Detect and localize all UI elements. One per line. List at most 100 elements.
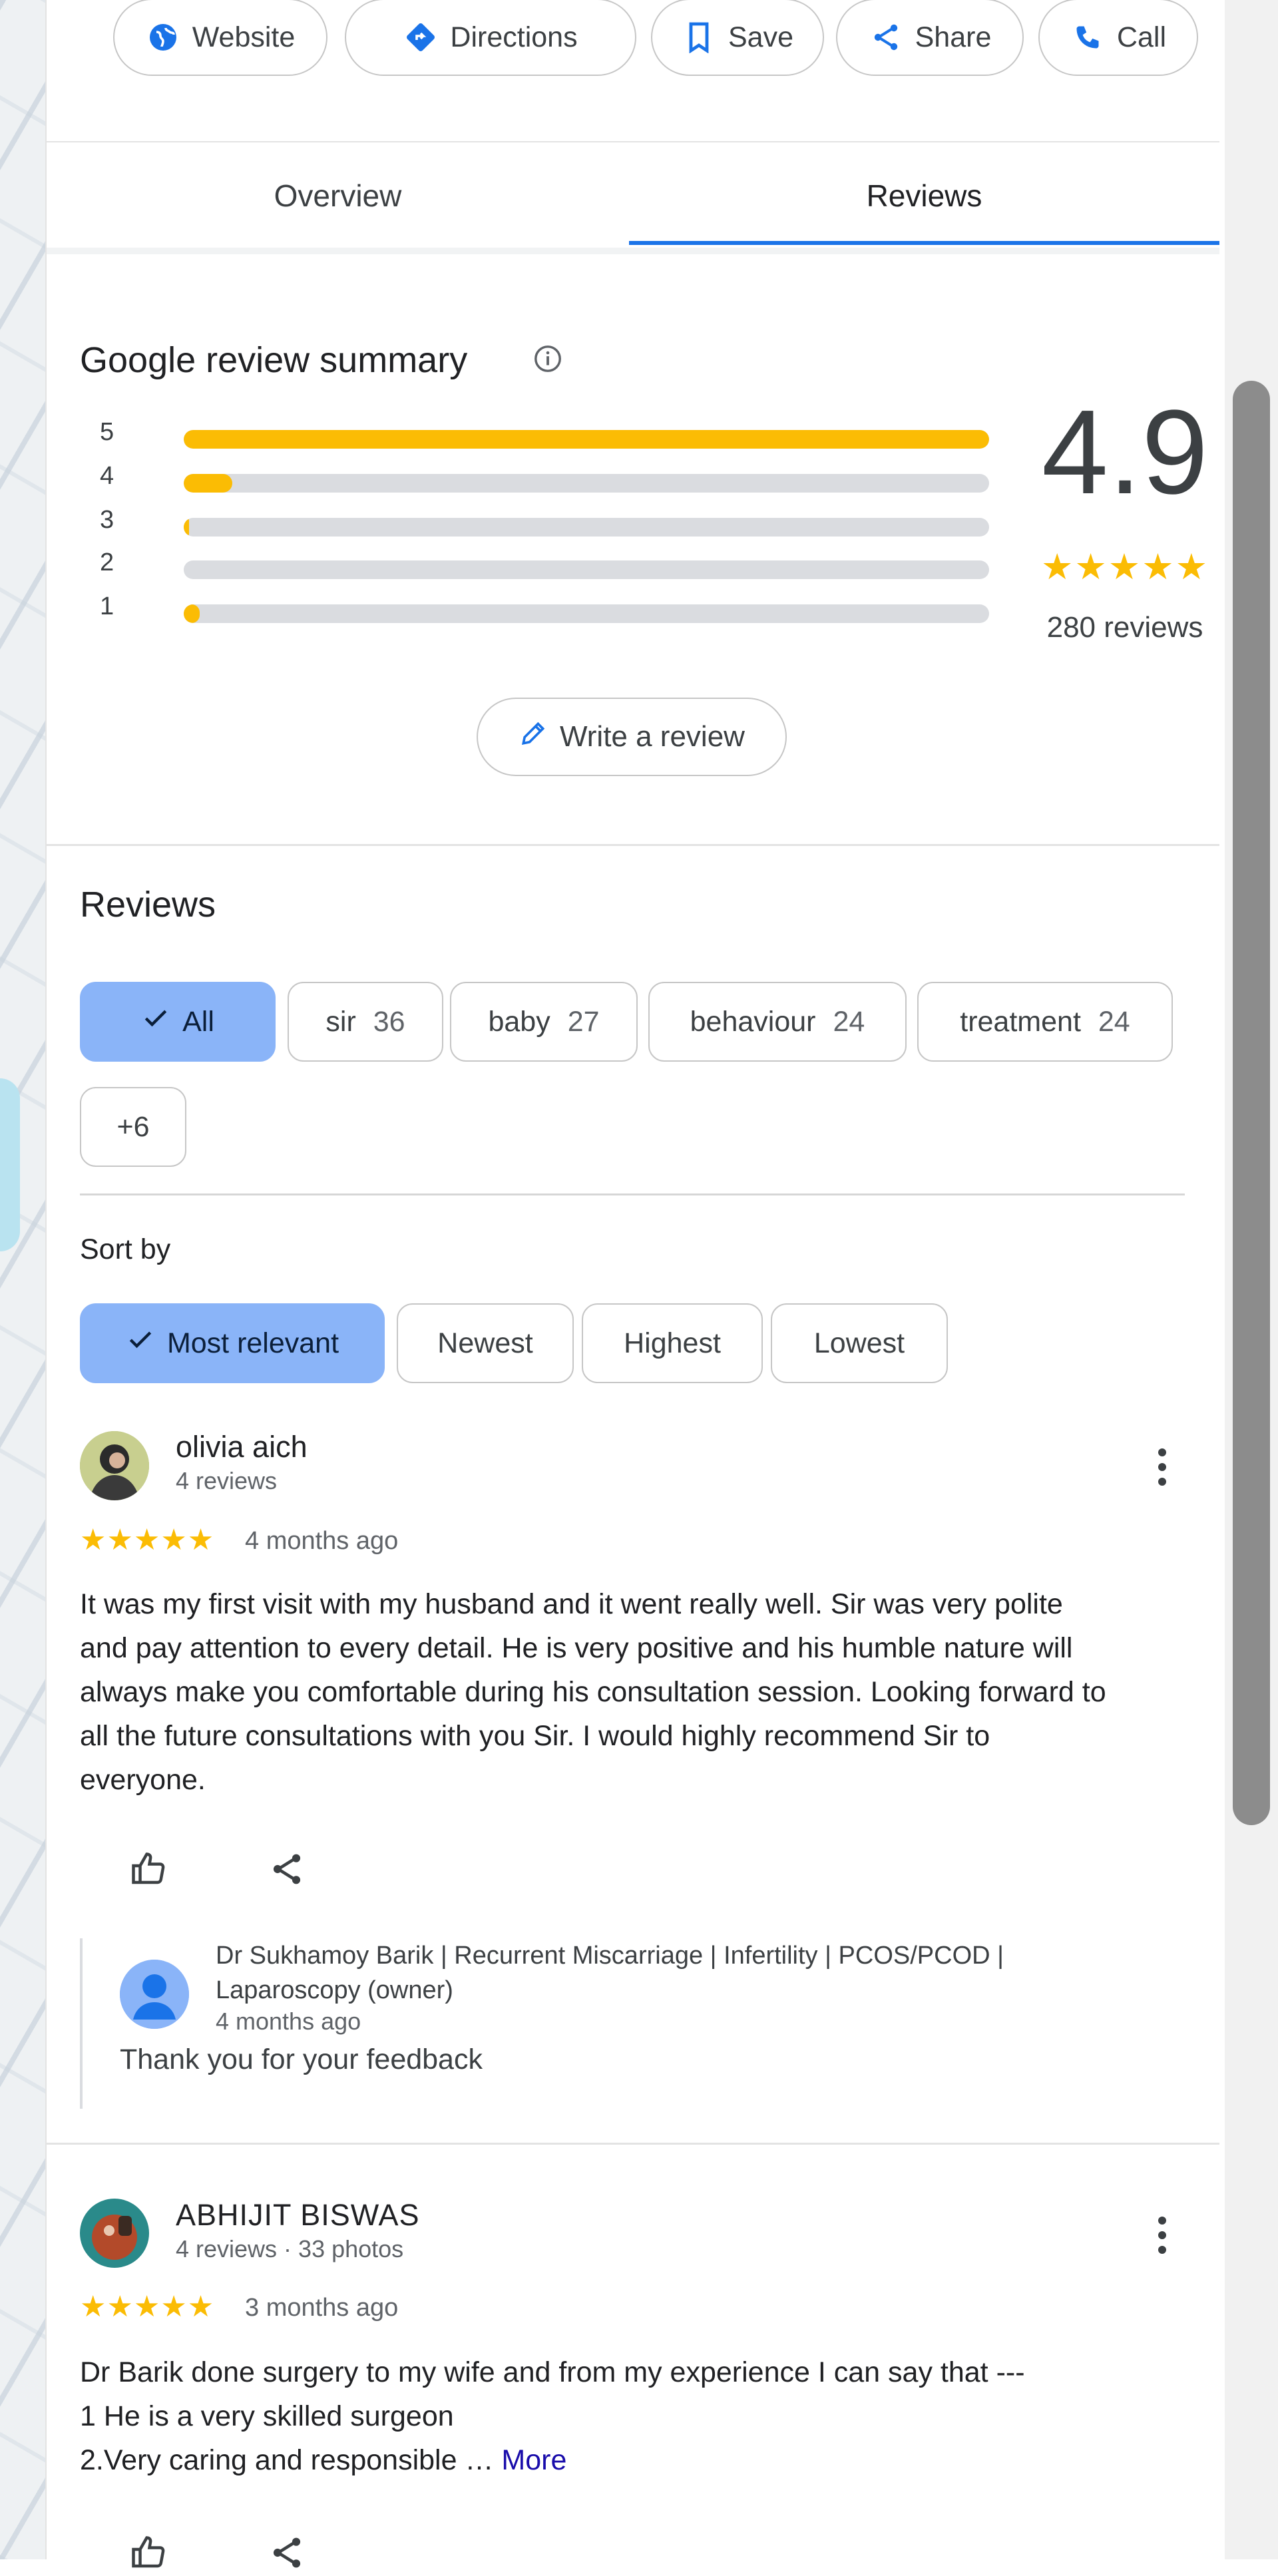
- average-rating: 4.9: [1041, 385, 1209, 519]
- review-text-line: everyone.: [80, 1764, 206, 1796]
- checkmark-icon: [126, 1325, 155, 1362]
- section-divider: [47, 248, 1219, 254]
- rating-bar-fill: [184, 604, 200, 623]
- info-icon[interactable]: [532, 343, 563, 377]
- rating-bar-track: [184, 430, 989, 449]
- topic-label: sir: [325, 1005, 356, 1038]
- sort-option-label: Lowest: [813, 1327, 905, 1359]
- save-button[interactable]: Save: [651, 0, 824, 76]
- owner-reply-text: Thank you for your feedback: [120, 2043, 483, 2075]
- share-icon[interactable]: [264, 1846, 310, 1892]
- thumbs-up-icon[interactable]: [125, 1846, 172, 1892]
- review-text-line: always make you comfortable during his c…: [80, 1676, 1106, 1708]
- review-stars: ★★★★★: [80, 1524, 215, 1556]
- scrollbar-thumb[interactable]: [1233, 381, 1270, 1825]
- sort-option-label: Most relevant: [166, 1327, 339, 1359]
- rating-bar-row: 5: [80, 418, 989, 462]
- share-icon: [869, 20, 903, 55]
- rating-bar-fill: [184, 518, 189, 537]
- topic-filter-behaviour[interactable]: behaviour 24: [648, 982, 907, 1062]
- topic-filter-all[interactable]: All: [80, 982, 276, 1062]
- share-button[interactable]: Share: [836, 0, 1024, 76]
- rating-bar-track: [184, 604, 989, 623]
- sort-newest[interactable]: Newest: [397, 1303, 574, 1383]
- review-more-options-icon[interactable]: [1149, 2209, 1175, 2262]
- share-icon[interactable]: [264, 2529, 310, 2576]
- reviewer-name[interactable]: olivia aich: [176, 1430, 308, 1464]
- review-text: Dr Barik done surgery to my wife and fro…: [80, 2350, 1198, 2482]
- review-text-line: all the future consultations with you Si…: [80, 1720, 990, 1752]
- review-text-line: It was my first visit with my husband an…: [80, 1588, 1063, 1620]
- review-count[interactable]: 280 reviews: [992, 611, 1258, 644]
- review-text-line: 1 He is a very skilled surgeon: [80, 2400, 454, 2432]
- rating-bar-row: 4: [80, 462, 989, 506]
- website-button[interactable]: Website: [113, 0, 327, 76]
- topic-count: 24: [1098, 1005, 1130, 1038]
- topic-filter-baby[interactable]: baby 27: [450, 982, 638, 1062]
- review-text-line: Dr Barik done surgery to my wife and fro…: [80, 2356, 1025, 2388]
- reviewer-avatar[interactable]: [80, 2199, 149, 2268]
- rating-bar-label: 2: [100, 548, 114, 576]
- owner-reply: Dr Sukhamoy Barik | Recurrent Miscarriag…: [80, 1938, 1181, 2109]
- rating-bar-row: 3: [80, 506, 989, 550]
- review-summary-title: Google review summary: [80, 340, 468, 380]
- review-text-line: 2.Very caring and responsible … More: [80, 2438, 1198, 2482]
- review-text-line: and pay attention to every detail. He is…: [80, 1632, 1073, 1664]
- tab-overview[interactable]: Overview: [47, 142, 629, 249]
- phone-icon: [1070, 20, 1105, 55]
- topic-label: All: [182, 1005, 214, 1038]
- directions-button[interactable]: Directions: [345, 0, 636, 76]
- rating-bar-fill: [184, 430, 989, 449]
- globe-icon: [146, 20, 180, 55]
- map-background-strip: [0, 0, 47, 2559]
- save-label: Save: [728, 21, 793, 53]
- topic-filter-treatment[interactable]: treatment 24: [917, 982, 1173, 1062]
- reviewer-avatar[interactable]: [80, 1431, 149, 1500]
- rating-bar-track: [184, 474, 989, 493]
- tab-reviews-label: Reviews: [866, 178, 982, 213]
- rating-bar-fill: [184, 474, 232, 493]
- call-button[interactable]: Call: [1038, 0, 1198, 76]
- topic-filter-more[interactable]: +6: [80, 1087, 186, 1167]
- topic-count: 36: [373, 1005, 405, 1038]
- pencil-icon: [519, 719, 548, 755]
- reviews-section-title: Reviews: [80, 885, 216, 925]
- write-review-label: Write a review: [560, 720, 745, 753]
- topic-count: 24: [833, 1005, 865, 1038]
- directions-label: Directions: [450, 21, 578, 53]
- topic-label: treatment: [960, 1005, 1081, 1038]
- bookmark-icon: [682, 20, 716, 55]
- rating-bar-track: [184, 518, 989, 537]
- tab-bar: Overview Reviews: [47, 141, 1219, 250]
- sort-most-relevant[interactable]: Most relevant: [80, 1303, 385, 1383]
- thumbs-up-icon[interactable]: [125, 2529, 172, 2576]
- owner-avatar: [120, 1960, 189, 2029]
- more-link[interactable]: More: [501, 2444, 566, 2476]
- reviewer-meta: 4 reviews · 33 photos: [176, 2235, 404, 2262]
- review-stars: ★★★★★: [80, 2290, 215, 2323]
- sort-option-label: Highest: [624, 1327, 721, 1359]
- review-divider: [47, 2143, 1219, 2145]
- owner-name-line: Dr Sukhamoy Barik | Recurrent Miscarriag…: [216, 1942, 1004, 1970]
- rating-bar-label: 3: [100, 506, 114, 534]
- tab-overview-label: Overview: [274, 178, 402, 213]
- topic-label: +6: [116, 1110, 150, 1143]
- topic-filter-sir[interactable]: sir 36: [288, 982, 443, 1062]
- owner-name-line: Laparoscopy (owner): [216, 1976, 453, 2004]
- review-more-options-icon[interactable]: [1149, 1440, 1175, 1494]
- sort-highest[interactable]: Highest: [582, 1303, 763, 1383]
- sort-lowest[interactable]: Lowest: [771, 1303, 948, 1383]
- rating-bar-label: 4: [100, 462, 114, 490]
- place-details-panel: Website Directions Save Share Call Overv…: [45, 0, 1219, 2568]
- average-rating-stars: ★★★★★: [1040, 547, 1209, 587]
- summary-divider: [47, 844, 1219, 846]
- reviewer-name[interactable]: ABHIJIT BISWAS: [176, 2198, 420, 2233]
- write-review-button[interactable]: Write a review: [477, 698, 787, 776]
- review-date: 4 months ago: [245, 1527, 399, 1555]
- map-road: [0, 1078, 20, 1251]
- rating-bar-row: 2: [80, 548, 989, 592]
- website-label: Website: [192, 21, 296, 53]
- tab-reviews[interactable]: Reviews: [629, 142, 1219, 249]
- reviewer-meta: 4 reviews: [176, 1467, 278, 1494]
- share-label: Share: [915, 21, 992, 53]
